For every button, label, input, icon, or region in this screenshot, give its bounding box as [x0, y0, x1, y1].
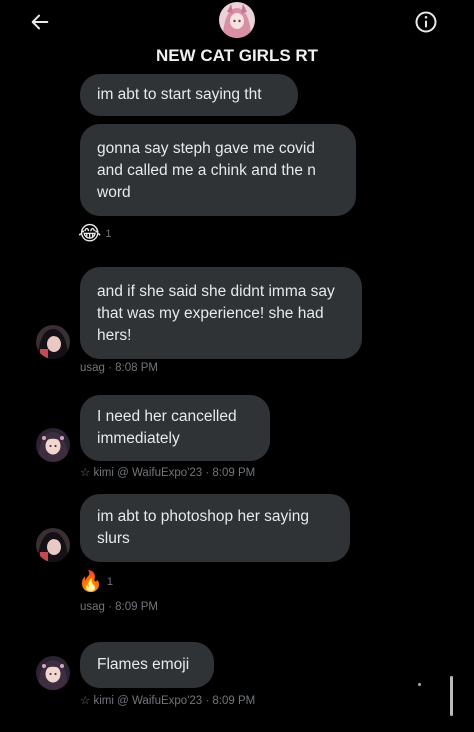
reaction-count: 1 — [106, 576, 114, 588]
message-bubble[interactable]: gonna say steph gave me covid and called… — [80, 124, 356, 216]
scrollbar[interactable] — [450, 676, 453, 716]
message-text: I need her cancelled immediately — [97, 408, 237, 447]
info-icon — [415, 11, 437, 33]
message-text: Flames emoji — [97, 656, 190, 673]
message-meta: usag · 8:08 PM — [80, 362, 158, 374]
conversation-header: NEW CAT GIRLS RT — [0, 0, 474, 76]
face-with-tears-of-joy-icon: 😂 — [78, 223, 102, 245]
indicator-dot — [418, 683, 421, 686]
message-text: im abt to start saying tht — [97, 86, 262, 103]
back-button[interactable] — [24, 6, 56, 38]
avatar[interactable] — [36, 325, 70, 359]
message-reaction[interactable]: 🔥 1 — [78, 570, 113, 594]
message-meta: usag · 8:09 PM — [80, 601, 158, 613]
message-bubble[interactable]: im abt to start saying tht — [80, 74, 298, 116]
message-bubble[interactable]: I need her cancelled immediately — [80, 395, 270, 461]
reaction-count: 1 — [105, 228, 112, 240]
fire-icon: 🔥 — [78, 571, 103, 593]
message-text: im abt to photoshop her saying slurs — [97, 508, 309, 547]
avatar[interactable] — [36, 656, 70, 690]
message-bubble[interactable]: im abt to photoshop her saying slurs — [80, 494, 350, 562]
message-meta: ☆ kimi @ WaifuExpo'23 · 8:09 PM — [80, 467, 256, 479]
message-reaction[interactable]: 😂 1 — [78, 222, 112, 246]
message-meta: ☆ kimi @ WaifuExpo'23 · 8:09 PM — [80, 695, 256, 707]
message-text: gonna say steph gave me covid and called… — [97, 140, 316, 201]
avatar[interactable] — [36, 528, 70, 562]
arrow-left-icon — [31, 14, 49, 30]
message-text: and if she said she didnt imma say that … — [97, 283, 335, 344]
info-button[interactable] — [410, 6, 442, 38]
group-avatar[interactable] — [219, 2, 255, 38]
message-bubble[interactable]: Flames emoji — [80, 642, 214, 688]
conversation-title: NEW CAT GIRLS RT — [155, 46, 319, 65]
avatar[interactable] — [36, 428, 70, 462]
message-bubble[interactable]: and if she said she didnt imma say that … — [80, 267, 362, 359]
